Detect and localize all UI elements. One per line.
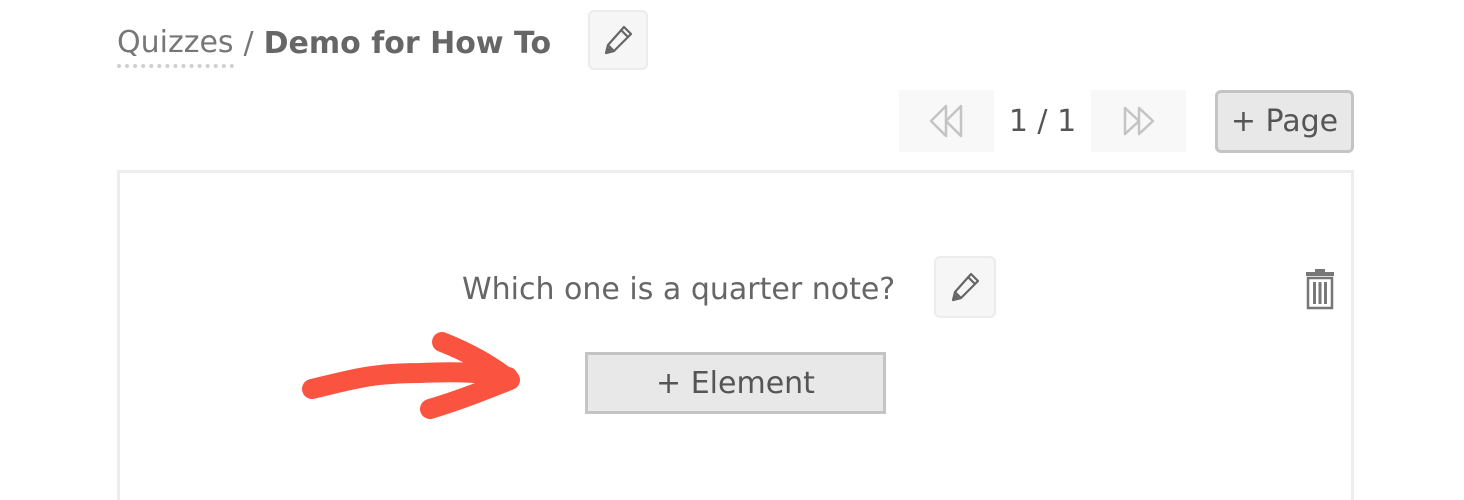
add-page-button[interactable]: + Page	[1215, 90, 1354, 153]
breadcrumb: Quizzes / Demo for How To	[117, 26, 551, 70]
last-page-button[interactable]	[1091, 90, 1186, 152]
pencil-icon	[604, 25, 633, 55]
trash-icon	[1306, 269, 1334, 310]
first-page-button[interactable]	[899, 90, 994, 152]
question-text: Which one is a quarter note?	[462, 272, 896, 307]
page-title: Demo for How To	[263, 25, 552, 61]
double-chevron-right-icon	[1123, 106, 1154, 136]
add-element-button[interactable]: + Element	[585, 352, 886, 414]
edit-title-button[interactable]	[588, 10, 648, 70]
annotation-arrow	[302, 332, 520, 419]
breadcrumb-separator: /	[243, 25, 254, 61]
delete-question-button[interactable]	[1300, 266, 1340, 312]
edit-question-button[interactable]	[934, 256, 996, 318]
breadcrumb-quizzes-link[interactable]: Quizzes	[117, 28, 234, 68]
page-indicator: 1 / 1	[1008, 103, 1077, 139]
double-chevron-left-icon	[929, 104, 962, 138]
pencil-icon	[951, 272, 980, 302]
